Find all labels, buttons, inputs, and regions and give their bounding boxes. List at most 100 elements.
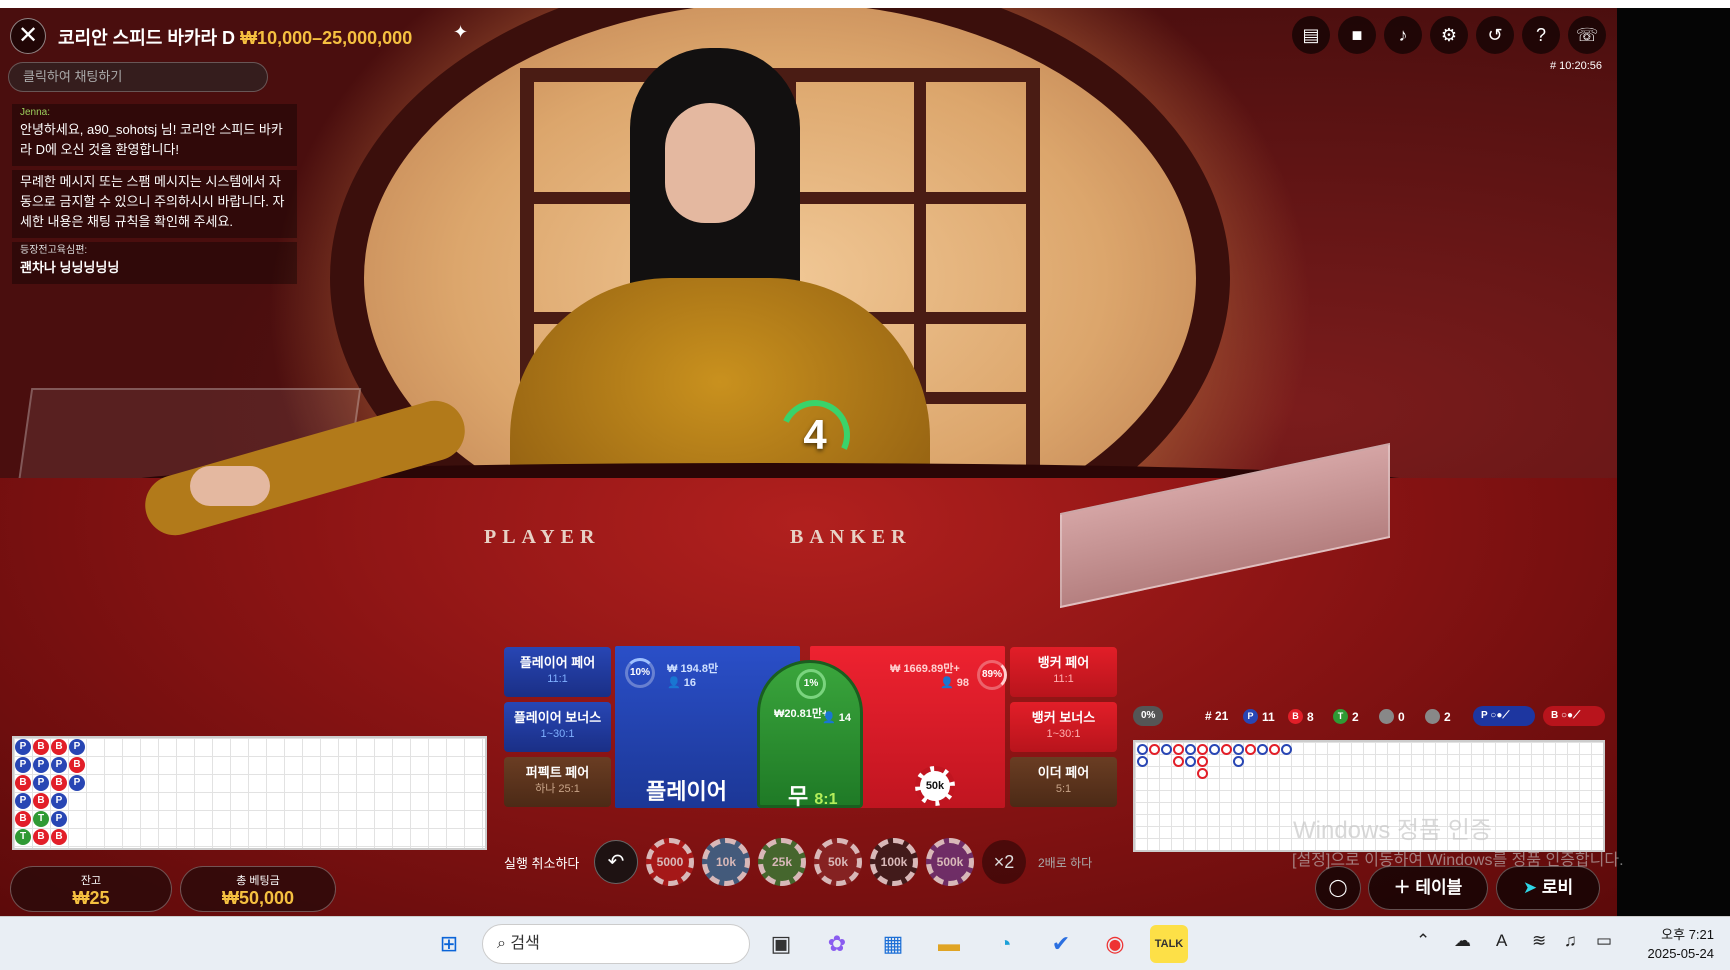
chip-25k[interactable]: 25k	[758, 838, 806, 886]
tray-expand-icon[interactable]: ⌃	[1416, 931, 1430, 951]
chrome-icon[interactable]: ◉	[1096, 925, 1134, 963]
bead-road[interactable]: PPBPBTBPPBTBBPBPPBPBP	[12, 736, 487, 850]
player-label: 플레이어	[646, 779, 727, 804]
chat-input[interactable]: 클릭하여 채팅하기	[8, 62, 268, 92]
file-explorer-icon[interactable]: ▬	[930, 925, 968, 963]
lobby-button[interactable]: ➤ 로비	[1496, 866, 1600, 910]
balance-label: 잔고	[80, 875, 102, 887]
big-road-mark	[1197, 768, 1208, 779]
player-bonus-bet[interactable]: 플레이어 보너스 1~30:1	[504, 702, 611, 752]
bet-odds: 1~30:1	[1046, 728, 1081, 740]
player-amount: ₩ 194.8만	[667, 663, 719, 675]
banker-pair-bet[interactable]: 뱅커 페어 11:1	[1010, 647, 1117, 697]
bet-label: 뱅커 페어	[1037, 655, 1090, 670]
perfect-pair-bet[interactable]: 퍼펙트 페어 하나 25:1	[504, 757, 611, 807]
chip-5000[interactable]: 5000	[646, 838, 694, 886]
tie-amount: ₩20.81만+	[774, 708, 829, 720]
bead-result: P	[33, 757, 49, 773]
close-icon: ✕	[17, 22, 39, 49]
volume-icon[interactable]: ♫	[1564, 931, 1577, 951]
search-icon: ⌕	[497, 935, 511, 952]
player-pair-bet[interactable]: 플레이어 페어 11:1	[504, 647, 611, 697]
big-road-mark	[1197, 756, 1208, 767]
chat-toggle-button[interactable]: ▤	[1292, 16, 1330, 54]
big-road-mark	[1209, 744, 1220, 755]
big-road-mark	[1221, 744, 1232, 755]
table-label-banker: BANKER	[790, 526, 912, 548]
taskbar-search[interactable]: ⌕ 검색	[482, 924, 750, 964]
bead-result: P	[69, 775, 85, 791]
video-button[interactable]: ■	[1338, 16, 1376, 54]
settings-button[interactable]: ⚙	[1430, 16, 1468, 54]
taskbar-clock[interactable]: 오후 7:21 2025-05-24	[1632, 925, 1715, 963]
bead-result: B	[51, 739, 67, 755]
undo-button[interactable]: ↶	[594, 840, 638, 884]
cloud-off-icon[interactable]: ☁	[1454, 931, 1471, 951]
table-name: 코리안 스피드 바카라 D	[58, 28, 236, 48]
banker-predict[interactable]: B ○●⟋	[1543, 706, 1605, 726]
sound-button[interactable]: ♪	[1384, 16, 1422, 54]
chat-author: 등장전고육심편:	[20, 245, 88, 256]
battery-icon[interactable]: ▭	[1596, 931, 1612, 951]
copilot-icon[interactable]: ✿	[818, 925, 856, 963]
chat-bubble-button[interactable]: ◯	[1315, 866, 1361, 910]
pin-icon[interactable]: ✦	[453, 22, 468, 43]
banker-count: 👤 98	[940, 677, 970, 689]
countdown-timer: 4	[803, 411, 827, 458]
bead-result: P	[15, 757, 31, 773]
add-table-button[interactable]: ＋ 테이블	[1368, 866, 1488, 910]
wifi-icon[interactable]: ≋	[1532, 931, 1546, 951]
chip-10k[interactable]: 10k	[702, 838, 750, 886]
gear-icon: ⚙	[1440, 25, 1458, 45]
store-icon[interactable]: ▦	[874, 925, 912, 963]
tie-bet-spot[interactable]: 1% ₩20.81만+ 👤 14 무 8:1	[757, 660, 863, 809]
banker-amount: ₩ 1669.89만+	[890, 663, 960, 675]
edge-icon[interactable]: ◔	[986, 925, 1024, 963]
player-predict[interactable]: P ○●⟋	[1473, 706, 1535, 726]
bet-label: 플레이어 보너스	[513, 710, 602, 725]
road-stats-bar: 0% # 21 P 11 B8 T2 0 2 P ○●⟋ B ○●⟋	[1133, 706, 1605, 730]
history-button[interactable]: ↺	[1476, 16, 1514, 54]
balance-box: 잔고 ₩25	[10, 866, 172, 912]
banker-bonus-bet[interactable]: 뱅커 보너스 1~30:1	[1010, 702, 1117, 752]
shoe-progress: 0%	[1133, 706, 1164, 726]
chip-500k[interactable]: 500k	[926, 838, 974, 886]
lobby-icon: ➤	[1522, 878, 1542, 897]
clock-time: 오후 7:21	[1661, 927, 1714, 942]
total-bet-box: 총 베팅금 ₩50,000	[180, 866, 336, 912]
balance-value: ₩25	[72, 888, 110, 908]
activation-watermark-text: [설정]으로 이동하여 Windows를 정품 인증합니다.	[1292, 852, 1624, 869]
either-pair-bet[interactable]: 이더 페어 5:1	[1010, 757, 1117, 807]
bet-odds: 5:1	[1055, 783, 1072, 795]
total-bet-label: 총 베팅금	[236, 875, 280, 887]
close-button[interactable]: ✕	[10, 18, 46, 54]
bead-result: T	[15, 829, 31, 845]
chat-icon: ▤	[1302, 25, 1320, 45]
chip-50k[interactable]: 50k	[814, 838, 862, 886]
bet-limits: ₩10,000–25,000,000	[240, 28, 413, 48]
bead-result: B	[51, 775, 67, 791]
windows-start-icon[interactable]: ⊞	[430, 925, 468, 963]
todo-icon[interactable]: ✔	[1042, 925, 1080, 963]
big-road-mark	[1281, 744, 1292, 755]
big-road-mark	[1137, 756, 1148, 767]
ime-icon[interactable]: A	[1496, 931, 1507, 951]
bead-result: B	[51, 829, 67, 845]
player-wins: P 11	[1243, 709, 1275, 724]
big-road-mark	[1185, 744, 1196, 755]
banker-pair-count: 2	[1425, 709, 1451, 724]
bead-result: B	[15, 775, 31, 791]
support-button[interactable]: ☏	[1568, 16, 1606, 54]
undo-icon: ↶	[607, 851, 625, 873]
bead-result: B	[33, 793, 49, 809]
kakaotalk-icon[interactable]: TALK	[1150, 925, 1188, 963]
task-view-icon[interactable]: ▣	[762, 925, 800, 963]
bead-result: B	[33, 829, 49, 845]
chip-100k[interactable]: 100k	[870, 838, 918, 886]
right-black-bar	[1617, 8, 1730, 916]
double-button[interactable]: ×2	[982, 840, 1026, 884]
big-road-mark	[1197, 744, 1208, 755]
help-button[interactable]: ?	[1522, 16, 1560, 54]
support-icon: ☏	[1575, 25, 1599, 45]
player-pct: 10%	[625, 658, 655, 688]
